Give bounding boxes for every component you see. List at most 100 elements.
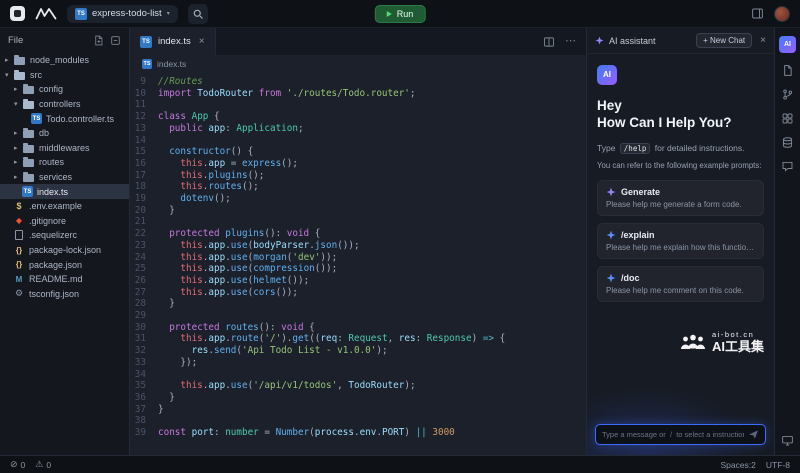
line-number: 14 [130,135,158,147]
env-icon: $ [13,200,25,212]
line-number: 27 [130,287,158,299]
code-text: this.app.use(bodyParser.json()); [158,240,360,252]
tree-item-Todo.controller.ts[interactable]: TSTodo.controller.ts [0,111,129,126]
code-text: this.app.use('/api/v1/todos', TodoRouter… [158,380,416,392]
close-panel-icon[interactable]: × [760,35,766,46]
chevron-down-icon[interactable]: ▾ [5,71,13,79]
code-text: class App { [158,111,220,123]
collapse-folders-icon[interactable] [110,35,121,46]
code-line: 35 this.app.use('/api/v1/todos', TodoRou… [130,380,586,392]
chevron-down-icon: ▾ [167,10,170,17]
tree-item-index.ts[interactable]: TSindex.ts [0,184,129,199]
app-logo-icon[interactable] [10,6,25,21]
layout-panel-icon[interactable] [751,7,764,20]
tree-item-.gitignore[interactable]: ◆.gitignore [0,214,129,229]
code-text: this.app.route('/').get((req: Request, r… [158,333,505,345]
extensions-icon[interactable] [781,112,794,125]
more-actions-icon[interactable]: ⋯ [565,36,576,47]
line-number: 25 [130,263,158,275]
ai-logo-badge: AI [597,65,617,85]
editor: TS index.ts × ⋯ TS index.ts 9//Routes10i… [130,28,586,455]
prompt-card-Generate[interactable]: GeneratePlease help me generate a form c… [597,180,764,216]
help-command-chip[interactable]: /help [620,143,651,154]
chat-input[interactable] [602,430,744,439]
monitor-icon[interactable] [781,434,794,447]
tree-item-README.md[interactable]: MREADME.md [0,272,129,287]
new-file-icon[interactable] [93,35,104,46]
greeting-line-1: Hey [597,98,622,113]
indentation-status[interactable]: Spaces:2 [720,460,755,470]
help-suffix: for detailed instructions. [652,143,744,153]
ai-assistant-icon[interactable]: AI [779,36,796,53]
warnings-indicator[interactable]: ⚠0 [35,459,51,470]
prompt-card-doc[interactable]: /docPlease help me comment on this code. [597,266,764,302]
code-line: 11 [130,99,586,111]
code-line: 16 this.app = express(); [130,158,586,170]
code-line: 13 public app: Application; [130,123,586,135]
code-line: 21 [130,216,586,228]
tree-item-controllers[interactable]: ▾ controllers [0,97,129,112]
chevron-right-icon[interactable]: ▸ [14,129,22,137]
tab-index-ts[interactable]: TS index.ts × [130,28,216,55]
json-icon: {} [13,244,25,256]
breadcrumb[interactable]: TS index.ts [130,55,586,73]
file-name: index.ts [37,187,68,197]
encoding-status[interactable]: UTF-8 [766,460,790,470]
database-icon[interactable] [781,136,794,149]
chevron-right-icon[interactable]: ▸ [14,85,22,93]
tree-item-package-lock.json[interactable]: {}package-lock.json [0,243,129,258]
comment-icon[interactable] [781,160,794,173]
tree-item-tsconfig.json[interactable]: ⚙tsconfig.json [0,287,129,302]
run-button[interactable]: Run [375,5,426,23]
tree-item-.sequelizerc[interactable]: .sequelizerc [0,228,129,243]
folder-icon [23,145,34,153]
tree-item-routes[interactable]: ▸routes [0,155,129,170]
line-number: 9 [130,76,158,88]
code-line: 37} [130,404,586,416]
code-text: res.send('Api Todo List - v1.0.0'); [158,345,388,357]
project-tab[interactable]: TS express-todo-list ▾ [67,5,178,23]
tree-item-package.json[interactable]: {}package.json [0,257,129,272]
errors-indicator[interactable]: ⊘0 [10,459,25,470]
project-name: express-todo-list [92,8,162,19]
search-button[interactable] [188,4,208,24]
code-area[interactable]: 9//Routes10import TodoRouter from './rou… [130,73,586,455]
chevron-right-icon[interactable]: ▸ [5,56,13,64]
prompt-card-explain[interactable]: /explainPlease help me explain how this … [597,223,764,259]
prompt-cards: GeneratePlease help me generate a form c… [597,180,764,302]
tree-item-config[interactable]: ▸config [0,82,129,97]
tree-item-db[interactable]: ▸ db [0,126,129,141]
file-name: controllers [39,99,81,109]
code-line: 27 this.app.use(cors()); [130,287,586,299]
warning-icon: ⚠ [35,459,43,470]
code-line: 38 [130,415,586,427]
greeting-line-2: How Can I Help You? [597,115,732,130]
new-chat-button[interactable]: + New Chat [696,33,752,48]
split-editor-icon[interactable] [543,36,555,48]
code-line: 26 this.app.use(helmet()); [130,275,586,287]
git-branch-icon[interactable] [781,88,794,101]
chevron-right-icon[interactable]: ▸ [14,173,22,181]
chat-input-bar [595,424,766,445]
folder-open-icon [14,72,25,80]
tree-item-node_modules[interactable]: ▸node_modules [0,53,129,68]
tree-item-.env.example[interactable]: $.env.example [0,199,129,214]
user-avatar[interactable] [774,6,790,22]
line-number: 19 [130,193,158,205]
folder-icon [14,57,25,65]
tree-item-src[interactable]: ▾src [0,68,129,83]
chevron-right-icon[interactable]: ▸ [14,158,22,166]
file-name: db [39,128,49,138]
close-tab-icon[interactable]: × [199,36,205,47]
code-line: 20 } [130,205,586,217]
line-number: 18 [130,181,158,193]
main-area: File ▸node_modules▾src▸config▾controller… [0,28,800,455]
chevron-right-icon[interactable]: ▸ [14,144,22,152]
chevron-down-icon[interactable]: ▾ [14,100,22,108]
line-number: 13 [130,123,158,135]
tree-item-services[interactable]: ▸services [0,170,129,185]
document-icon[interactable] [781,64,794,77]
send-icon[interactable] [748,429,759,440]
tree-item-middlewares[interactable]: ▸middlewares [0,141,129,156]
run-label: Run [397,9,414,19]
